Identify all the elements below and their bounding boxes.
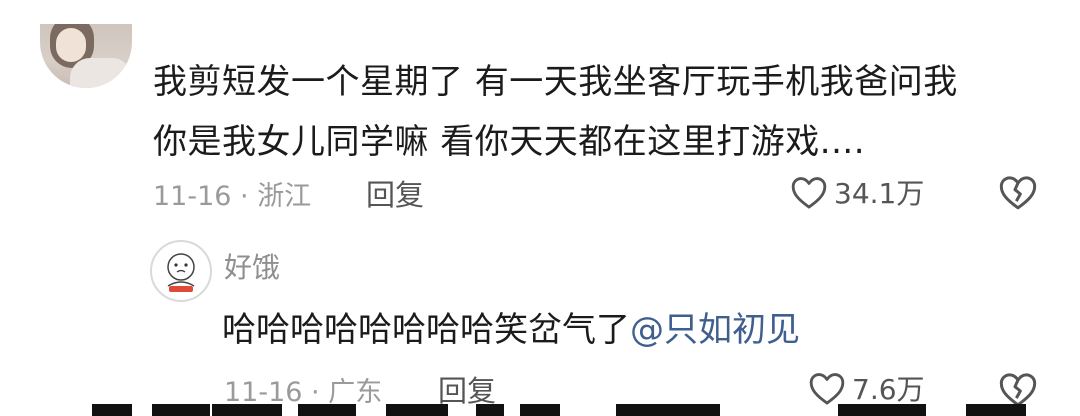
reply-text: 哈哈哈哈哈哈哈哈笑岔气了@只如初见 (222, 302, 800, 351)
avatar-shirt (70, 58, 132, 88)
comment-like-count: 34.1万 (834, 177, 925, 210)
next-content-cutoff (0, 398, 1080, 416)
heart-outline-icon (791, 177, 827, 209)
comment-like-button[interactable]: 34.1万 (790, 172, 924, 212)
reply-avatar[interactable] (150, 240, 212, 302)
reply-mention-link[interactable]: @只如初见 (630, 310, 800, 350)
comment-text-line-2: 你是我女儿同学嘛 看你天天都在这里打游戏.... (153, 122, 866, 162)
broken-heart-icon (999, 176, 1037, 210)
comment-text: 我剪短发一个星期了 有一天我坐客厅玩手机我爸问我 你是我女儿同学嘛 看你天天都在… (153, 52, 1053, 172)
avatar-face (56, 28, 86, 62)
comment-reply-button[interactable]: 回复 (366, 172, 424, 214)
commenter-avatar[interactable] (40, 24, 132, 88)
comment-dislike-button[interactable] (998, 173, 1038, 215)
comment-text-line-1: 我剪短发一个星期了 有一天我坐客厅玩手机我爸问我 (153, 62, 958, 102)
cartoon-avatar-icon (167, 253, 195, 292)
reply-username[interactable]: 好饿 (224, 246, 280, 286)
comment-meta: 11-16 · 浙江 (153, 181, 312, 212)
reply-text-body: 哈哈哈哈哈哈哈哈笑岔气了 (222, 310, 630, 350)
